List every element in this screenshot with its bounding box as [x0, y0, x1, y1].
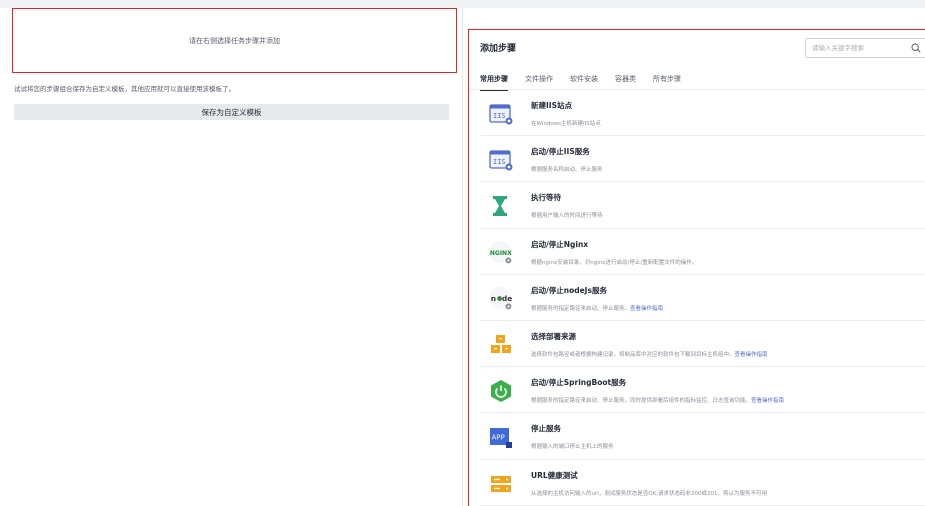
item-desc: 根据服务的指定路径来启动、停止服务。同时提供部署后组件的指标监控、日志查询功能。… [531, 398, 785, 405]
item-title: 选择部署来源 [531, 331, 576, 341]
item-title: 启动/停止Nginx [531, 239, 589, 249]
step-list: IIS 新建IIS站点 在Windows主机新建IIS站点 IIS 启动/停止I… [480, 90, 925, 506]
guide-link[interactable]: 查看操作指南 [735, 352, 768, 358]
list-item[interactable]: 执行等待 根据用户输入的时间进行等待 [480, 182, 925, 229]
app-stop-icon: APP [488, 424, 514, 450]
item-title: 停止服务 [531, 424, 561, 434]
item-desc: 选择软件包路径或者根据构建记录，将制品库中对应的软件包下载到目标主机组中。查看操… [531, 351, 768, 358]
item-desc: 根据用户输入的时间进行等待 [531, 213, 603, 220]
template-hint: 试试将您的步骤组合保存为自定义模板，其他应用就可以直接使用该模板了。 [14, 85, 235, 93]
list-item[interactable]: IIS 启动/停止IIS服务 根据服务名称启动、停止服务 [480, 136, 925, 183]
svg-text:NGINX: NGINX [490, 249, 512, 256]
item-desc: 从选择的主机访问输入的url，测试服务状态是否OK,请求状态码非200或201，… [531, 490, 767, 497]
url-health-icon [488, 471, 514, 497]
search-input[interactable] [812, 44, 902, 52]
guide-link[interactable]: 查看操作指南 [751, 398, 784, 404]
item-desc: 根据服务名称启动、停止服务 [531, 167, 603, 174]
list-item[interactable]: APP 停止服务 根据输入的端口停止主机上的服务 [480, 413, 925, 460]
list-item[interactable]: 启动/停止SpringBoot服务 根据服务的指定路径来启动、停止服务。同时提供… [480, 367, 925, 414]
svg-text:IIS: IIS [493, 158, 506, 166]
save-as-template-button[interactable]: 保存为自定义模板 [14, 104, 449, 120]
iis-site-icon: IIS [488, 101, 514, 127]
add-step-panel: 添加步骤 常用步骤 文件操作 软件安装 容器类 所有步骤 IIS 新建IIS站点… [468, 29, 925, 506]
list-item[interactable]: 选择部署来源 选择软件包路径或者根据构建记录，将制品库中对应的软件包下载到目标主… [480, 321, 925, 368]
top-strip [0, 0, 925, 8]
item-desc: 根据输入的端口停止主机上的服务 [531, 444, 614, 451]
item-title: URL健康测试 [531, 470, 578, 480]
search-icon[interactable] [911, 43, 921, 53]
list-item[interactable]: IIS 新建IIS站点 在Windows主机新建IIS站点 [480, 90, 925, 137]
svg-text:n: n [491, 294, 496, 303]
search-box[interactable] [805, 38, 925, 58]
springboot-icon [488, 378, 514, 404]
item-title: 启动/停止IIS服务 [531, 147, 590, 157]
list-item[interactable]: n de 启动/停止nodeJs服务 根据服务的指定路径来启动、停止服务。查看操作… [480, 275, 925, 321]
step-drop-zone[interactable]: 请在右侧选择任务步骤并添加 [12, 8, 457, 73]
nodejs-icon: n de [488, 286, 514, 312]
item-title: 启动/停止nodeJs服务 [531, 285, 607, 295]
panel-divider [462, 8, 463, 506]
panel-title: 添加步骤 [480, 44, 517, 54]
item-desc: 在Windows主机新建IIS站点 [531, 121, 601, 127]
item-title: 新建IIS站点 [531, 101, 572, 110]
guide-link[interactable]: 查看操作指南 [630, 306, 663, 312]
list-item[interactable]: NGINX 启动/停止Nginx 根据nginx安装目录，对nginx进行启动/… [480, 229, 925, 275]
deploy-source-icon [488, 332, 514, 358]
nginx-icon: NGINX [488, 240, 514, 266]
item-title: 执行等待 [531, 193, 561, 203]
hourglass-icon [488, 193, 514, 219]
item-desc: 根据nginx安装目录，对nginx进行启动/停止/重新配置文件的操作。 [531, 259, 698, 266]
item-title: 启动/停止SpringBoot服务 [531, 378, 627, 388]
svg-text:IIS: IIS [493, 112, 506, 120]
list-item[interactable]: URL健康测试 从选择的主机访问输入的url，测试服务状态是否OK,请求状态码非… [480, 460, 925, 506]
drop-zone-text: 请在右侧选择任务步骤并添加 [189, 36, 280, 45]
iis-service-icon: IIS [488, 147, 514, 173]
item-desc: 根据服务的指定路径来启动、停止服务。查看操作指南 [531, 305, 664, 312]
svg-text:de: de [502, 294, 512, 303]
svg-text:APP: APP [492, 434, 505, 442]
